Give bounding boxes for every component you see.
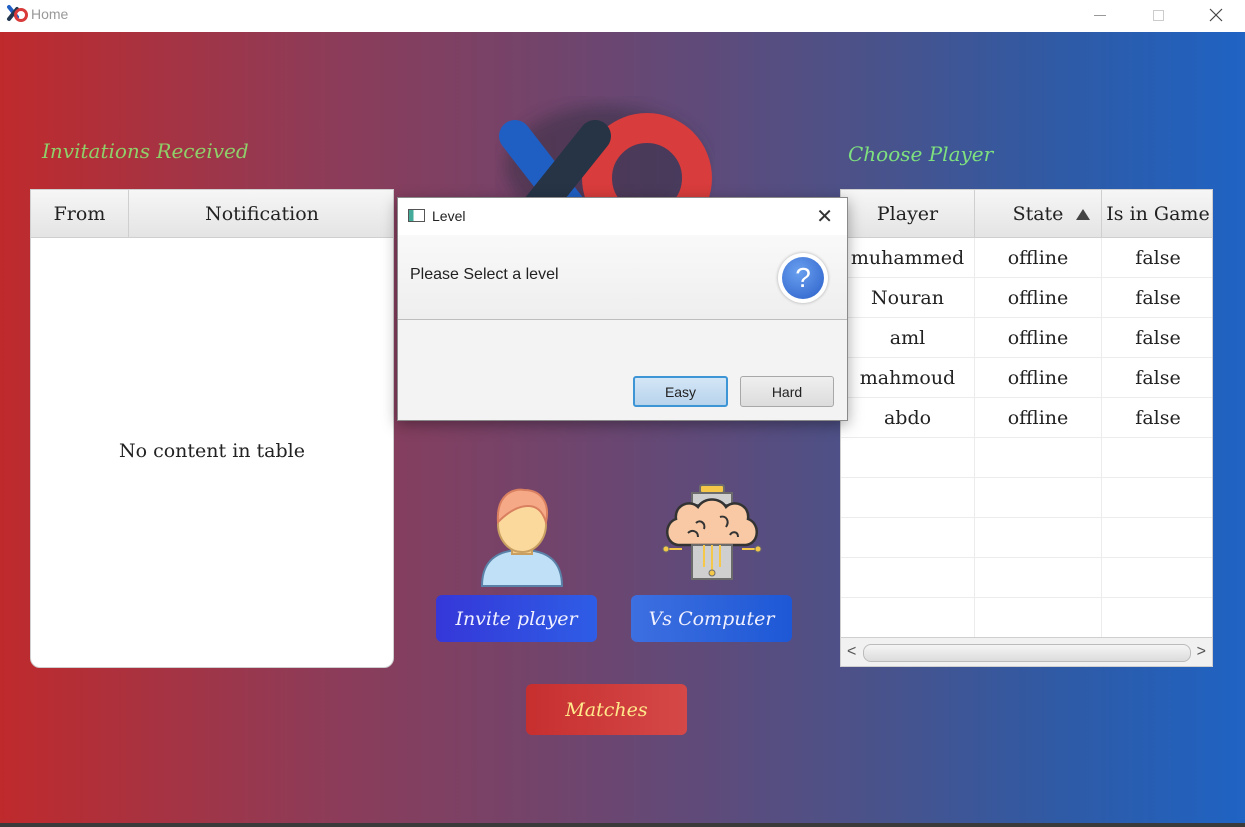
player-in-game-cell: false bbox=[1135, 407, 1181, 429]
ai-brain-icon bbox=[662, 484, 762, 580]
player-name-cell bbox=[841, 558, 975, 598]
window-title: Home bbox=[31, 6, 69, 22]
table-row[interactable]: muhammed offline false bbox=[841, 238, 1212, 278]
scroll-right-arrow-icon[interactable]: > bbox=[1197, 643, 1206, 661]
column-header-is-in-game[interactable]: Is in Game bbox=[1102, 190, 1212, 238]
table-row[interactable] bbox=[841, 598, 1212, 638]
table-row[interactable]: Nouran offline false bbox=[841, 278, 1212, 318]
player-in-game-cell bbox=[1102, 598, 1212, 638]
bottom-edge bbox=[0, 823, 1245, 827]
app-logo-icon bbox=[7, 5, 28, 22]
person-icon bbox=[480, 488, 564, 587]
question-glyph: ? bbox=[782, 257, 824, 299]
vs-computer-button[interactable]: Vs Computer bbox=[631, 595, 792, 642]
player-state-cell: offline bbox=[975, 238, 1102, 278]
table-row[interactable]: aml offline false bbox=[841, 318, 1212, 358]
player-name-cell bbox=[841, 478, 975, 518]
player-name-cell: mahmoud bbox=[841, 358, 975, 398]
empty-table-message: No content in table bbox=[118, 440, 305, 462]
player-state-cell bbox=[975, 438, 1102, 478]
matches-button[interactable]: Matches bbox=[526, 684, 687, 735]
dialog-window-icon bbox=[408, 209, 425, 222]
sort-ascending-icon bbox=[1076, 209, 1090, 220]
player-in-game-cell bbox=[1102, 518, 1212, 558]
player-in-game-cell: false bbox=[1135, 367, 1181, 389]
player-in-game-cell: false bbox=[1135, 327, 1181, 349]
level-dialog: Level ✕ Please Select a level ? Easy Har… bbox=[397, 197, 848, 421]
player-state-cell: offline bbox=[975, 318, 1102, 358]
column-header-player[interactable]: Player bbox=[841, 190, 975, 238]
dialog-header: Please Select a level ? bbox=[398, 235, 847, 320]
choose-player-title: Choose Player bbox=[848, 142, 994, 166]
table-row[interactable] bbox=[841, 478, 1212, 518]
player-in-game-cell: false bbox=[1135, 247, 1181, 269]
players-table[interactable]: Player State Is in Game muhammed offline f… bbox=[840, 189, 1213, 667]
column-header-state[interactable]: State bbox=[975, 190, 1102, 238]
hard-button[interactable]: Hard bbox=[740, 376, 834, 407]
invitations-table-header: From Notification bbox=[31, 190, 393, 238]
close-window-button[interactable] bbox=[1187, 0, 1245, 30]
player-state-cell: offline bbox=[975, 398, 1102, 438]
scroll-left-arrow-icon[interactable]: < bbox=[847, 643, 856, 661]
main-background: Invitations Received Choose Player From … bbox=[0, 32, 1245, 823]
player-name-cell: Nouran bbox=[841, 278, 975, 318]
minimize-icon bbox=[1094, 14, 1106, 16]
player-state-cell: offline bbox=[975, 358, 1102, 398]
dialog-close-button[interactable]: ✕ bbox=[816, 204, 833, 229]
invite-player-button[interactable]: Invite player bbox=[436, 595, 597, 642]
table-row[interactable] bbox=[841, 438, 1212, 478]
close-icon bbox=[1209, 8, 1223, 22]
scrollbar-thumb[interactable] bbox=[863, 644, 1191, 662]
window-titlebar: Home bbox=[0, 0, 1245, 32]
dialog-message: Please Select a level bbox=[410, 266, 559, 283]
player-name-cell bbox=[841, 598, 975, 638]
player-in-game-cell bbox=[1102, 558, 1212, 598]
easy-button[interactable]: Easy bbox=[633, 376, 728, 407]
dialog-title: Level bbox=[432, 208, 466, 224]
player-state-cell: offline bbox=[975, 278, 1102, 318]
table-row[interactable] bbox=[841, 518, 1212, 558]
question-icon: ? bbox=[778, 253, 828, 303]
players-horizontal-scrollbar[interactable]: < > bbox=[840, 637, 1213, 667]
maximize-button[interactable] bbox=[1129, 0, 1187, 30]
invitations-title: Invitations Received bbox=[42, 139, 249, 163]
player-name-cell bbox=[841, 518, 975, 558]
player-in-game-cell: false bbox=[1135, 287, 1181, 309]
table-row[interactable]: mahmoud offline false bbox=[841, 358, 1212, 398]
player-name-cell: aml bbox=[841, 318, 975, 358]
player-state-cell bbox=[975, 558, 1102, 598]
minimize-button[interactable] bbox=[1071, 0, 1129, 30]
invitations-table[interactable]: From Notification No content in table bbox=[30, 189, 394, 668]
dialog-titlebar: Level ✕ bbox=[398, 198, 847, 235]
column-header-from[interactable]: From bbox=[31, 190, 129, 238]
column-header-notification[interactable]: Notification bbox=[129, 190, 393, 238]
maximize-icon bbox=[1152, 9, 1164, 21]
player-state-cell bbox=[975, 478, 1102, 518]
players-table-header: Player State Is in Game bbox=[841, 190, 1212, 238]
player-in-game-cell bbox=[1102, 438, 1212, 478]
player-name-cell: abdo bbox=[841, 398, 975, 438]
player-state-cell bbox=[975, 598, 1102, 638]
player-name-cell bbox=[841, 438, 975, 478]
player-state-cell bbox=[975, 518, 1102, 558]
table-row[interactable]: abdo offline false bbox=[841, 398, 1212, 438]
table-row[interactable] bbox=[841, 558, 1212, 598]
state-header-label: State bbox=[1012, 203, 1064, 225]
player-name-cell: muhammed bbox=[841, 238, 975, 278]
player-in-game-cell bbox=[1102, 478, 1212, 518]
